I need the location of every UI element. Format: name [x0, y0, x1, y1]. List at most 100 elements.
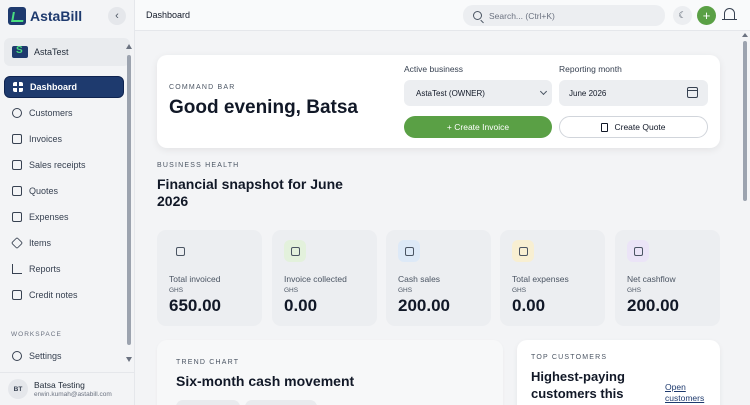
breadcrumb: Dashboard: [146, 10, 191, 20]
sidebar-item-quotes[interactable]: Quotes: [4, 180, 124, 202]
sidebar-scroll-down[interactable]: [126, 357, 132, 362]
kpi-cash-sales[interactable]: Cash sales GHS 200.00: [386, 230, 491, 326]
main-content: COMMAND BAR Good evening, Batsa Active b…: [135, 31, 750, 405]
user-profile[interactable]: BT Batsa Testing erwin.kumah@astabill.co…: [0, 372, 134, 405]
receipt-icon: [12, 160, 22, 170]
open-customers-link[interactable]: Open customers: [665, 382, 715, 404]
bar-chart-icon: [12, 264, 22, 274]
kpi-label: Total invoiced: [169, 274, 221, 284]
active-business-value: AstaTest (OWNER): [416, 88, 485, 98]
workspace-section-label: WORKSPACE: [11, 331, 62, 338]
credit-note-icon: [12, 290, 22, 300]
sidebar-item-label: Items: [29, 238, 52, 248]
sidebar-item-label: Settings: [29, 351, 62, 361]
quick-add-button[interactable]: +: [697, 6, 716, 25]
sidebar-item-invoices[interactable]: Invoices: [4, 128, 124, 150]
sidebar-item-items[interactable]: Items: [4, 232, 124, 254]
avatar: BT: [8, 379, 28, 399]
top-customers-card: TOP CUSTOMERS Highest-paying customers t…: [517, 340, 720, 405]
kpi-label: Net cashflow: [627, 274, 676, 284]
kpi-label: Invoice collected: [284, 274, 347, 284]
users-icon: [12, 108, 22, 118]
trend-filter-pill[interactable]: [176, 400, 240, 405]
sidebar-item-label: Invoices: [29, 134, 63, 144]
business-health-label: BUSINESS HEALTH: [157, 162, 240, 169]
kpi-label: Total expenses: [512, 274, 569, 284]
sidebar-scrollbar[interactable]: [127, 45, 131, 355]
sidebar-item-customers[interactable]: Customers: [4, 102, 124, 124]
sidebar: AstaBill ‹ AstaTest Dashboard Customers …: [0, 0, 135, 405]
wallet-icon: [284, 240, 306, 262]
dashboard-icon: [13, 82, 23, 92]
kpi-total-expenses[interactable]: Total expenses GHS 0.00: [500, 230, 605, 326]
create-quote-button[interactable]: Create Quote: [559, 116, 708, 138]
active-business-label: Active business: [404, 64, 464, 74]
sidebar-item-dashboard[interactable]: Dashboard: [4, 76, 124, 98]
kpi-currency: GHS: [169, 287, 184, 294]
command-bar-label: COMMAND BAR: [169, 84, 236, 91]
top-customers-title: Highest-paying customers this period: [531, 369, 625, 405]
business-logo-icon: [12, 45, 28, 58]
search-placeholder: Search... (Ctrl+K): [489, 10, 555, 21]
reporting-month-label: Reporting month: [559, 64, 622, 74]
create-invoice-button[interactable]: + Create Invoice: [404, 116, 552, 138]
sidebar-item-expenses[interactable]: Expenses: [4, 206, 124, 228]
greeting-heading: Good evening, Batsa: [169, 97, 358, 118]
reporting-month-value: June 2026: [569, 88, 607, 98]
collapse-sidebar-button[interactable]: ‹: [108, 7, 126, 25]
sidebar-item-settings[interactable]: Settings: [4, 345, 124, 367]
kpi-value: 0.00: [512, 296, 546, 315]
document-icon: [601, 122, 609, 132]
user-email: erwin.kumah@astabill.com: [34, 391, 112, 398]
search-icon: [473, 11, 482, 20]
document-icon: [512, 240, 534, 262]
main-scrollbar[interactable]: [743, 41, 747, 201]
sidebar-item-label: Dashboard: [30, 82, 78, 92]
trend-filter-pill[interactable]: [245, 400, 317, 405]
logo-icon: [8, 7, 26, 25]
bell-icon[interactable]: [722, 8, 737, 20]
search-input[interactable]: Search... (Ctrl+K): [463, 5, 665, 26]
kpi-value: 0.00: [284, 296, 318, 315]
sidebar-item-sales-receipts[interactable]: Sales receipts: [4, 154, 124, 176]
sidebar-nav: Dashboard Customers Invoices Sales recei…: [4, 76, 124, 310]
app-name: AstaBill: [30, 8, 83, 24]
box-icon: [10, 236, 24, 250]
create-quote-label: Create Quote: [614, 122, 666, 132]
quote-icon: [12, 186, 22, 196]
kpi-total-invoiced[interactable]: Total invoiced GHS 650.00: [157, 230, 262, 326]
kpi-invoice-collected[interactable]: Invoice collected GHS 0.00: [272, 230, 377, 326]
chevron-down-icon: [539, 87, 548, 96]
kpi-currency: GHS: [627, 287, 642, 294]
bank-icon: [169, 240, 191, 262]
command-bar-card: COMMAND BAR Good evening, Batsa Active b…: [157, 55, 720, 148]
invoice-icon: [12, 134, 22, 144]
theme-toggle-button[interactable]: ☾: [673, 6, 692, 25]
trend-up-icon: [627, 240, 649, 262]
chevron-left-icon: ‹: [115, 10, 119, 22]
main-scroll-up[interactable]: [742, 33, 748, 37]
kpi-label: Cash sales: [398, 274, 441, 284]
sidebar-item-label: Customers: [29, 108, 73, 118]
business-health-title: Financial snapshot for June 2026: [157, 176, 343, 209]
kpi-currency: GHS: [512, 287, 527, 294]
calendar-icon: [687, 87, 698, 98]
reporting-month-picker[interactable]: June 2026: [559, 80, 708, 106]
kpi-value: 200.00: [398, 296, 450, 315]
sidebar-item-reports[interactable]: Reports: [4, 258, 124, 280]
top-header: Dashboard Search... (Ctrl+K) ☾ +: [135, 0, 750, 31]
business-switcher[interactable]: AstaTest: [4, 38, 130, 66]
sidebar-scroll-thumb[interactable]: [127, 55, 131, 345]
sidebar-item-label: Sales receipts: [29, 160, 86, 170]
sidebar-item-label: Credit notes: [29, 290, 78, 300]
kpi-value: 200.00: [627, 296, 679, 315]
sidebar-item-label: Expenses: [29, 212, 69, 222]
trend-chart-label: TREND CHART: [176, 359, 240, 366]
sidebar-item-label: Quotes: [29, 186, 59, 196]
active-business-select[interactable]: AstaTest (OWNER): [404, 80, 552, 106]
wallet-icon: [12, 212, 22, 222]
business-name: AstaTest: [34, 47, 69, 57]
sidebar-item-credit-notes[interactable]: Credit notes: [4, 284, 124, 306]
user-name: Batsa Testing: [34, 380, 85, 390]
kpi-net-cashflow[interactable]: Net cashflow GHS 200.00: [615, 230, 720, 326]
